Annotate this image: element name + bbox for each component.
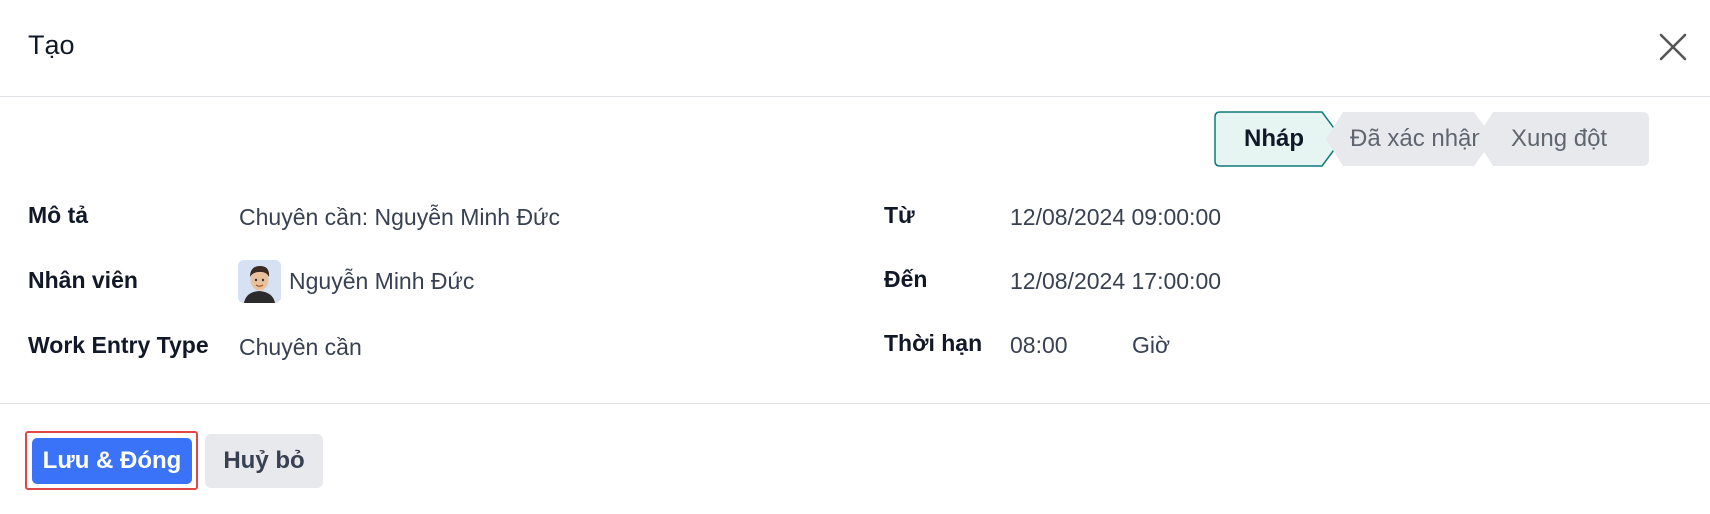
employee-field[interactable]: Nguyễn Minh Đức xyxy=(289,268,474,295)
dialog-header: Tạo xyxy=(0,0,1710,97)
description-label: Mô tả xyxy=(28,202,89,228)
employee-label: Nhân viên xyxy=(28,267,138,293)
stage-confirmed[interactable]: Đã xác nhận xyxy=(1324,111,1498,167)
stage-draft-label: Nháp xyxy=(1244,125,1304,152)
from-label: Từ xyxy=(884,202,915,228)
description-field[interactable]: Chuyên cần: Nguyễn Minh Đức xyxy=(239,204,560,231)
dialog-title: Tạo xyxy=(28,30,75,60)
duration-label: Thời hạn xyxy=(884,330,983,356)
stage-confirmed-label: Đã xác nhận xyxy=(1350,125,1485,152)
avatar xyxy=(238,260,281,303)
duration-field[interactable]: 08:00 xyxy=(1010,332,1068,359)
to-field[interactable]: 12/08/2024 17:00:00 xyxy=(1010,268,1221,295)
cancel-button[interactable]: Huỷ bỏ xyxy=(205,434,323,488)
stage-conflict[interactable]: Xung đột xyxy=(1474,111,1650,167)
close-icon[interactable] xyxy=(1656,30,1690,64)
to-label: Đến xyxy=(884,266,928,292)
from-field[interactable]: 12/08/2024 09:00:00 xyxy=(1010,204,1221,231)
work-entry-type-label: Work Entry Type xyxy=(28,332,209,358)
duration-unit: Giờ xyxy=(1132,332,1171,358)
save-close-button[interactable]: Lưu & Đóng xyxy=(32,438,192,484)
work-entry-type-field[interactable]: Chuyên cần xyxy=(239,334,362,361)
stage-conflict-label: Xung đột xyxy=(1511,125,1608,152)
